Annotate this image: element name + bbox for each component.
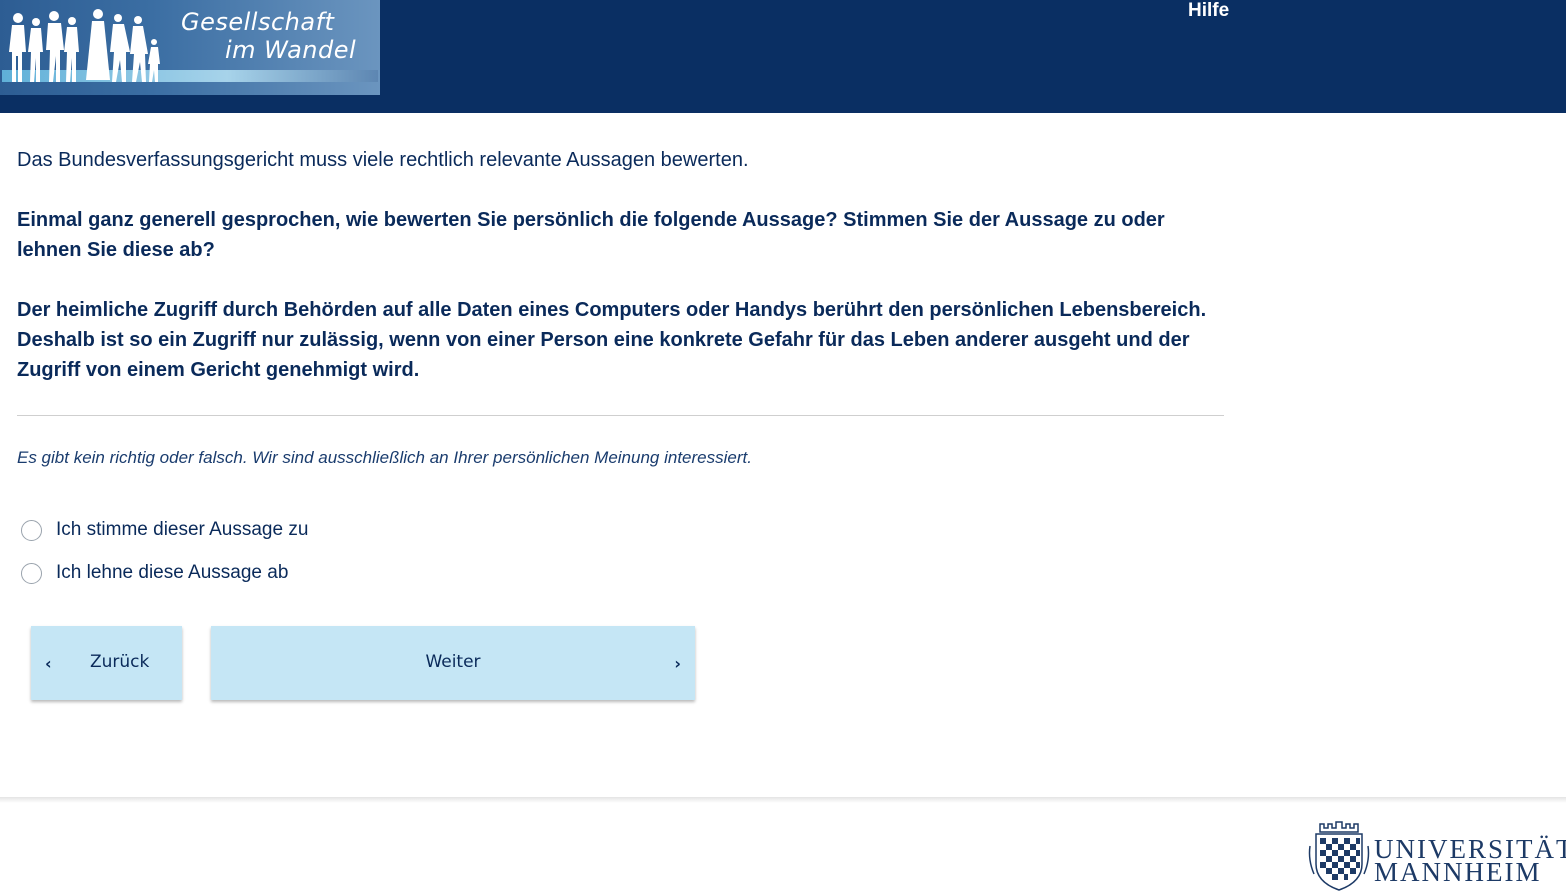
footer-divider	[0, 797, 1566, 803]
people-silhouettes-icon	[9, 9, 160, 82]
page-header: Gesellschaft im Wandel Hilfe	[0, 0, 1566, 113]
back-button[interactable]: ‹ Zurück	[31, 626, 182, 700]
university-name: UNIVERSITÄT MANNHEIM	[1374, 836, 1566, 887]
next-button[interactable]: Weiter ›	[211, 626, 695, 700]
help-link[interactable]: Hilfe	[1188, 0, 1229, 22]
radio-button-reject[interactable]	[21, 562, 42, 584]
chevron-right-icon: ›	[674, 654, 681, 673]
universitaet-mannheim-logo: UNIVERSITÄT MANNHEIM	[1306, 820, 1566, 892]
answer-option-label[interactable]: Ich stimme dieser Aussage zu	[56, 519, 308, 541]
logo-title-line2: im Wandel	[225, 36, 357, 64]
question-text: Einmal ganz generell gesprochen, wie bew…	[17, 209, 1165, 261]
radio-button-agree[interactable]	[21, 519, 42, 541]
intro-text: Das Bundesverfassungsgericht muss viele …	[17, 149, 749, 171]
logo-title: Gesellschaft im Wandel	[181, 8, 371, 64]
statement-text: Der heimliche Zugriff durch Behörden auf…	[17, 299, 1207, 381]
question-block: Das Bundesverfassungsgericht muss viele …	[17, 145, 1225, 385]
answer-option-agree[interactable]: Ich stimme dieser Aussage zu	[21, 517, 308, 543]
gesellschaft-im-wandel-logo: Gesellschaft im Wandel	[0, 0, 380, 95]
answer-option-label[interactable]: Ich lehne diese Aussage ab	[56, 562, 288, 584]
university-name-line2: MANNHEIM	[1374, 857, 1542, 887]
university-seal-icon	[1308, 821, 1370, 891]
chevron-left-icon: ‹	[45, 654, 52, 673]
divider	[17, 415, 1224, 416]
hint-text: Es gibt kein richtig oder falsch. Wir si…	[17, 448, 752, 467]
next-button-label: Weiter	[425, 652, 481, 672]
back-button-label: Zurück	[90, 652, 150, 672]
logo-title-line1: Gesellschaft	[181, 8, 335, 36]
answer-option-reject[interactable]: Ich lehne diese Aussage ab	[21, 560, 288, 586]
